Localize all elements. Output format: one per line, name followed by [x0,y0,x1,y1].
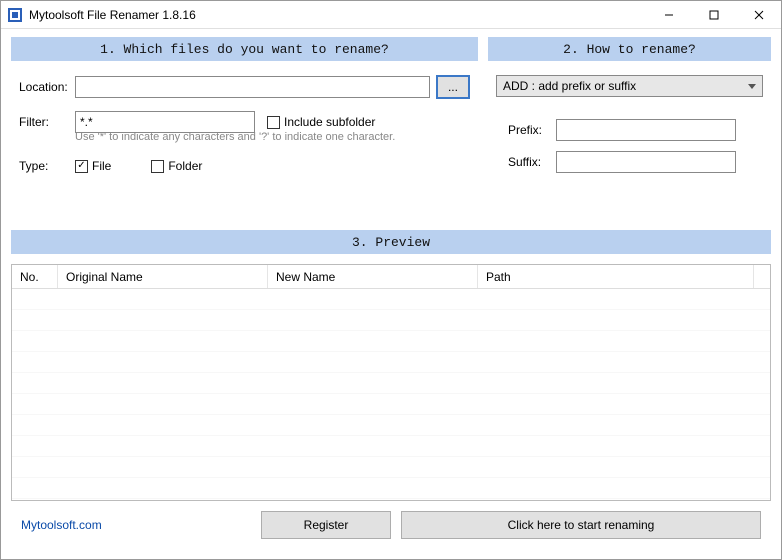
close-button[interactable] [736,1,781,28]
register-button[interactable]: Register [261,511,391,539]
prefix-label: Prefix: [496,123,556,137]
rename-mode-dropdown[interactable]: ADD : add prefix or suffix [496,75,763,97]
type-file-checkbox[interactable]: File [75,159,111,173]
section-select-files: 1. Which files do you want to rename? Lo… [11,37,478,212]
type-file-label: File [92,159,111,173]
type-label: Type: [19,159,75,173]
section1-header: 1. Which files do you want to rename? [11,37,478,61]
suffix-input[interactable] [556,151,736,173]
chevron-down-icon [748,79,756,93]
app-icon [7,7,23,23]
table-body [12,289,770,500]
col-no[interactable]: No. [12,265,58,288]
type-folder-label: Folder [168,159,202,173]
suffix-label: Suffix: [496,155,556,169]
folder-check-icon [151,160,164,173]
col-path[interactable]: Path [478,265,754,288]
col-original-name[interactable]: Original Name [58,265,268,288]
include-subfolder-check-icon [267,116,280,129]
section3-header: 3. Preview [11,230,771,254]
filter-label: Filter: [19,115,75,129]
minimize-button[interactable] [646,1,691,28]
browse-button[interactable]: ... [436,75,470,99]
prefix-input[interactable] [556,119,736,141]
filter-input[interactable] [75,111,255,133]
include-subfolder-label: Include subfolder [284,115,375,129]
maximize-button[interactable] [691,1,736,28]
section-preview: 3. Preview No. Original Name New Name Pa… [11,230,771,501]
titlebar: Mytoolsoft File Renamer 1.8.16 [1,1,781,29]
website-link[interactable]: Mytoolsoft.com [21,518,102,532]
table-header-row: No. Original Name New Name Path [12,265,770,289]
window-title: Mytoolsoft File Renamer 1.8.16 [29,8,646,22]
location-label: Location: [19,80,75,94]
section-how-to-rename: 2. How to rename? ADD : add prefix or su… [488,37,771,212]
col-new-name[interactable]: New Name [268,265,478,288]
footer: Mytoolsoft.com Register Click here to st… [11,501,771,549]
start-renaming-button[interactable]: Click here to start renaming [401,511,761,539]
preview-table: No. Original Name New Name Path [11,264,771,501]
type-folder-checkbox[interactable]: Folder [151,159,202,173]
include-subfolder-checkbox[interactable]: Include subfolder [267,115,375,129]
location-input[interactable] [75,76,430,98]
filter-hint: Use '*' to indicate any characters and '… [75,131,470,143]
col-scroll-gutter [754,265,770,288]
file-check-icon [75,160,88,173]
section2-header: 2. How to rename? [488,37,771,61]
rename-mode-selected: ADD : add prefix or suffix [503,79,636,93]
